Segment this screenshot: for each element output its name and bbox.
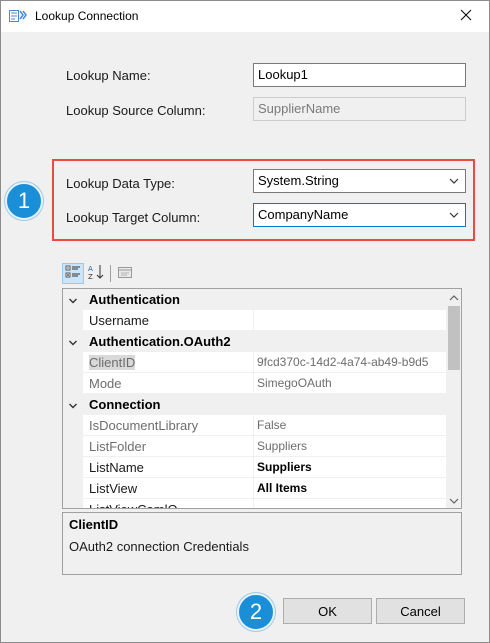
step-badge-1: 1 [5,182,43,220]
column-divider [253,352,254,373]
lookup-target-column-label: Lookup Target Column: [66,210,201,225]
property-row[interactable]: ListFolder Suppliers [63,436,446,457]
lookup-source-column-input: SupplierName [253,97,466,121]
alphabetical-sort-button[interactable]: A Z [86,263,108,284]
app-icon [9,8,27,24]
cancel-button[interactable]: Cancel [376,598,465,624]
property-grid[interactable]: Authentication Username Authentication.OAu… [62,288,462,509]
collapse-chevron-icon[interactable] [68,294,78,304]
property-value[interactable]: Suppliers [257,439,444,453]
property-name: Mode [89,376,122,391]
svg-text:Z: Z [88,273,93,280]
scroll-thumb[interactable] [448,306,460,370]
chevron-down-icon [448,208,460,222]
property-row[interactable]: ClientID 9fcd370c-14d2-4a74-ab49-b9d5 [63,352,446,373]
row-gutter [63,373,83,394]
column-divider [253,415,254,436]
property-name: ListName [89,460,144,475]
step-badge-2: 2 [237,593,275,631]
property-category-row[interactable]: Connection [63,394,446,415]
chevron-down-icon [448,174,460,188]
close-button[interactable] [443,1,489,32]
property-pages-button[interactable] [114,263,136,284]
column-divider [253,478,254,499]
lookup-data-type-label: Lookup Data Type: [66,176,175,191]
categorized-button[interactable] [62,263,84,284]
property-row[interactable]: Username [63,310,446,331]
description-title: ClientID [69,517,119,532]
lookup-name-label: Lookup Name: [66,68,151,83]
property-name: ListFolder [89,439,147,454]
property-name: ClientID [89,355,136,370]
categorized-icon [65,265,81,282]
column-divider [253,457,254,478]
row-gutter [63,457,83,478]
column-divider [253,436,254,457]
property-pages-icon [117,265,133,282]
column-divider [253,373,254,394]
property-value[interactable]: All Items [257,481,444,495]
scroll-down-button[interactable] [446,492,461,508]
lookup-source-column-label: Lookup Source Column: [66,103,206,118]
property-row[interactable]: ListViewCamlQ [63,499,446,508]
property-category-row[interactable]: Authentication.OAuth2 [63,331,446,352]
column-divider [253,499,254,508]
property-row[interactable]: ListView All Items [63,478,446,499]
collapse-chevron-icon[interactable] [68,399,78,409]
row-gutter [63,352,83,373]
property-name: ListViewCamlQ [89,502,178,508]
property-value[interactable]: 9fcd370c-14d2-4a74-ab49-b9d5 [257,355,444,369]
row-gutter [63,478,83,499]
property-value[interactable]: Suppliers [257,460,444,474]
property-description-panel: ClientID OAuth2 connection Credentials [62,512,462,575]
alphabetical-sort-icon: A Z [88,264,106,283]
property-row[interactable]: Mode SimegoOAuth [63,373,446,394]
chevron-down-icon [449,493,459,508]
property-value[interactable]: SimegoOAuth [257,376,444,390]
toolbar-separator [110,265,111,282]
lookup-data-type-dropdown[interactable]: System.String [253,169,466,193]
property-name: ListView [89,481,138,496]
svg-text:A: A [88,265,93,273]
lookup-target-column-dropdown[interactable]: CompanyName [253,203,466,227]
property-value[interactable]: False [257,418,444,432]
scroll-up-button[interactable] [446,289,461,305]
property-row[interactable]: ListName Suppliers [63,457,446,478]
property-name: Username [89,313,149,328]
row-gutter [63,415,83,436]
collapse-chevron-icon[interactable] [68,336,78,346]
title-bar: Lookup Connection [1,1,489,32]
close-icon [460,9,472,24]
category-label: Connection [89,397,161,412]
chevron-up-icon [449,290,459,305]
lookup-name-input[interactable]: Lookup1 [253,63,466,87]
property-grid-scrollbar[interactable] [446,289,461,508]
property-row[interactable]: IsDocumentLibrary False [63,415,446,436]
row-gutter [63,499,83,508]
column-divider [253,310,254,331]
lookup-target-column-value: CompanyName [258,207,349,222]
property-name: IsDocumentLibrary [89,418,199,433]
category-label: Authentication [89,292,180,307]
window-title: Lookup Connection [35,9,139,23]
description-text: OAuth2 connection Credentials [69,539,249,554]
category-label: Authentication.OAuth2 [89,334,231,349]
property-category-row[interactable]: Authentication [63,289,446,310]
ok-button[interactable]: OK [283,598,372,624]
lookup-data-type-value: System.String [258,173,339,188]
row-gutter [63,310,83,331]
row-gutter [63,436,83,457]
lookup-connection-dialog: Lookup Connection Lookup Name: Lookup1 L… [0,0,490,643]
